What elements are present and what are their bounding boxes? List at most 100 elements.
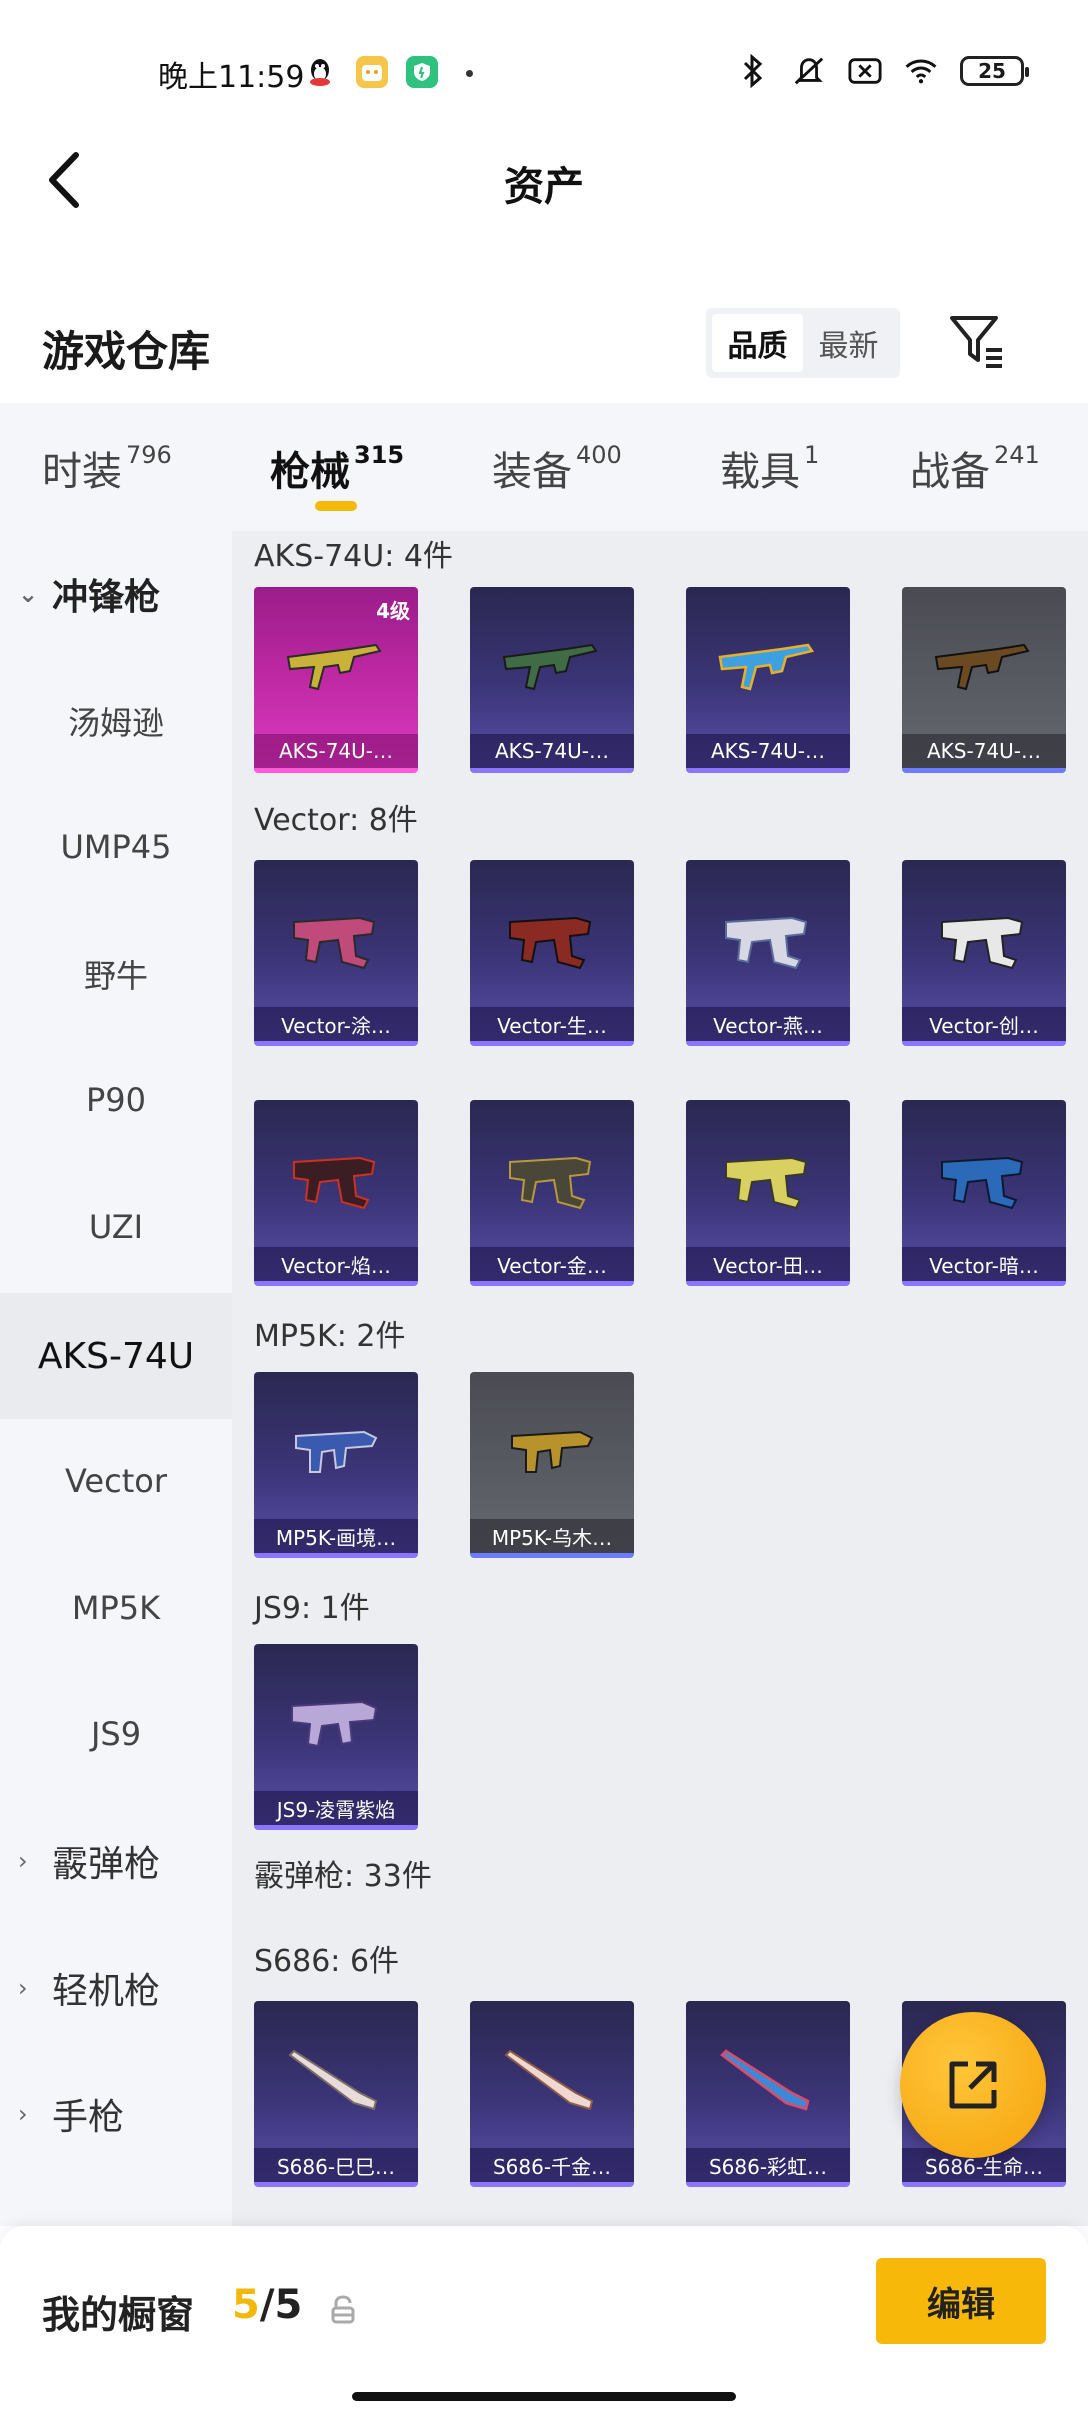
sidebar-group-label: 轻机枪 [52, 1971, 161, 2012]
lock-icon [331, 2295, 355, 2324]
tab-fashion[interactable]: 时装 796 [42, 439, 172, 497]
smg-icon [509, 1156, 592, 1210]
sidebar-group-lmg[interactable]: › 轻机枪 [0, 1925, 232, 2051]
mute-icon [792, 54, 826, 88]
tab-label: 装备 [492, 449, 572, 495]
weapon-card[interactable]: S686-千金… [470, 2001, 634, 2187]
smg-icon [295, 1430, 378, 1473]
showcase-bar: 我的橱窗 5/5 编辑 [0, 2226, 1088, 2417]
weapon-card-label: MP5K-乌木… [470, 1519, 634, 1553]
tab-equipment[interactable]: 装备 400 [492, 439, 622, 497]
rifle-icon [718, 643, 815, 691]
sidebar-item-p90[interactable]: P90 [0, 1037, 232, 1163]
weapon-card[interactable]: Vector-田… [686, 1100, 850, 1286]
level-badge: 4级 [376, 599, 410, 623]
wifi-icon [904, 54, 938, 88]
tab-label: 战备 [910, 449, 990, 495]
weapon-card[interactable]: AKS-74U-… [902, 587, 1066, 773]
sidebar-group-label: 霰弹枪 [52, 1844, 161, 1885]
qq-icon [304, 56, 336, 88]
showcase-total: /5 [259, 2282, 303, 2328]
weapon-card[interactable]: Vector-创… [902, 860, 1066, 1046]
tab-label: 枪械 [270, 449, 350, 495]
weapon-card[interactable]: MP5K-乌木… [470, 1372, 634, 1558]
status-time: 晚上11:59 [158, 60, 305, 95]
showcase-label: 我的橱窗 [42, 2293, 195, 2337]
weapon-card[interactable]: AKS-74U-… [470, 587, 634, 773]
sort-quality-option[interactable]: 品质 [712, 314, 803, 372]
system-icons: 25 [736, 54, 1029, 88]
warehouse-header: 游戏仓库 品质 最新 [0, 290, 1088, 400]
weapon-card-label: Vector-焰… [254, 1247, 418, 1281]
chevron-right-icon: › [18, 1847, 28, 1875]
weapon-card-label: AKS-74U-… [686, 734, 850, 768]
sidebar-item-mp5k[interactable]: MP5K [0, 1545, 232, 1671]
sort-newest-option[interactable]: 最新 [803, 314, 894, 372]
weapon-card[interactable]: Vector-生… [470, 860, 634, 1046]
weapon-card[interactable]: S686-巳巳… [254, 2001, 418, 2187]
tab-supplies[interactable]: 战备 241 [910, 439, 1040, 497]
status-bar: 晚上11:59 25 [0, 0, 1088, 150]
chevron-right-icon: › [18, 2100, 28, 2128]
shotgun-icon [720, 2049, 810, 2111]
notification-dot [466, 70, 473, 77]
category-tabs: 时装 796 枪械 315 装备 400 载具 1 战备 241 [0, 403, 1088, 531]
smg-icon [293, 1156, 376, 1210]
page-title: 资产 [504, 164, 584, 210]
sidebar-group-pistol[interactable]: › 手枪 [0, 2051, 232, 2177]
sidebar-item-js9[interactable]: JS9 [0, 1671, 232, 1797]
weapon-card[interactable]: S686-彩虹… [686, 2001, 850, 2187]
weapon-card-label: Vector-创… [902, 1007, 1066, 1041]
tab-count: 241 [994, 441, 1040, 469]
shotgun-icon [504, 2049, 594, 2111]
weapon-card[interactable]: MP5K-画境… [254, 1372, 418, 1558]
tab-weapons[interactable]: 枪械 315 [270, 439, 404, 497]
weapon-card-label: Vector-燕… [686, 1007, 850, 1041]
sort-toggle: 品质 最新 [706, 308, 900, 378]
edit-button[interactable]: 编辑 [876, 2258, 1046, 2344]
filter-button[interactable] [946, 310, 1008, 372]
sidebar-group-smg[interactable]: ⌄ 冲锋枪 [0, 531, 232, 657]
weapon-card-label: S686-彩虹… [686, 2148, 850, 2182]
weapon-card[interactable]: Vector-涂… [254, 860, 418, 1046]
app-icon [356, 56, 388, 88]
weapon-card[interactable]: AKS-74U-… [686, 587, 850, 773]
sidebar-item-bizon[interactable]: 野牛 [0, 911, 232, 1037]
tab-vehicles[interactable]: 载具 1 [720, 439, 819, 497]
group-title-aks74u: AKS-74U: 4件 [254, 539, 453, 574]
weapon-card[interactable]: 4级 AKS-74U-… [254, 587, 418, 773]
sidebar-item-aks74u[interactable]: AKS-74U [0, 1293, 232, 1419]
smg-icon [291, 1700, 378, 1748]
group-title-s686: S686: 6件 [254, 1944, 400, 1979]
weapon-card-label: Vector-暗… [902, 1247, 1066, 1281]
group-title-js9: JS9: 1件 [254, 1591, 370, 1626]
weapon-card-label: AKS-74U-… [470, 734, 634, 768]
group-title-mp5k: MP5K: 2件 [254, 1319, 406, 1354]
weapon-card-label: Vector-生… [470, 1007, 634, 1041]
weapon-card[interactable]: Vector-金… [470, 1100, 634, 1286]
battery-indicator: 25 [960, 56, 1029, 86]
weapon-card[interactable]: Vector-暗… [902, 1100, 1066, 1286]
home-indicator[interactable] [352, 2392, 736, 2401]
weapon-card[interactable]: Vector-燕… [686, 860, 850, 1046]
sidebar-item-thompson[interactable]: 汤姆逊 [0, 658, 232, 784]
rifle-icon [286, 643, 382, 691]
weapon-type-sidebar: ⌄ 冲锋枪 汤姆逊 UMP45 野牛 P90 UZI AKS-74U Vecto… [0, 531, 232, 2226]
smg-icon [941, 1156, 1024, 1210]
active-tab-indicator [315, 501, 357, 511]
weapon-card[interactable]: JS9-凌霄紫焰 [254, 1644, 418, 1830]
sidebar-item-vector[interactable]: Vector [0, 1418, 232, 1544]
smg-icon [511, 1430, 594, 1473]
weapon-card[interactable]: Vector-焰… [254, 1100, 418, 1286]
weapon-card-label: Vector-金… [470, 1247, 634, 1281]
sidebar-item-uzi[interactable]: UZI [0, 1164, 232, 1290]
filter-icon [950, 316, 1002, 368]
tab-label: 载具 [720, 449, 800, 495]
rifle-icon [502, 643, 598, 691]
no-sim-icon [848, 54, 882, 88]
shotgun-icon [288, 2049, 378, 2111]
sidebar-item-ump45[interactable]: UMP45 [0, 784, 232, 910]
share-fab[interactable] [900, 2012, 1046, 2158]
tab-count: 796 [126, 441, 172, 469]
sidebar-group-shotgun[interactable]: › 霰弹枪 [0, 1798, 232, 1924]
